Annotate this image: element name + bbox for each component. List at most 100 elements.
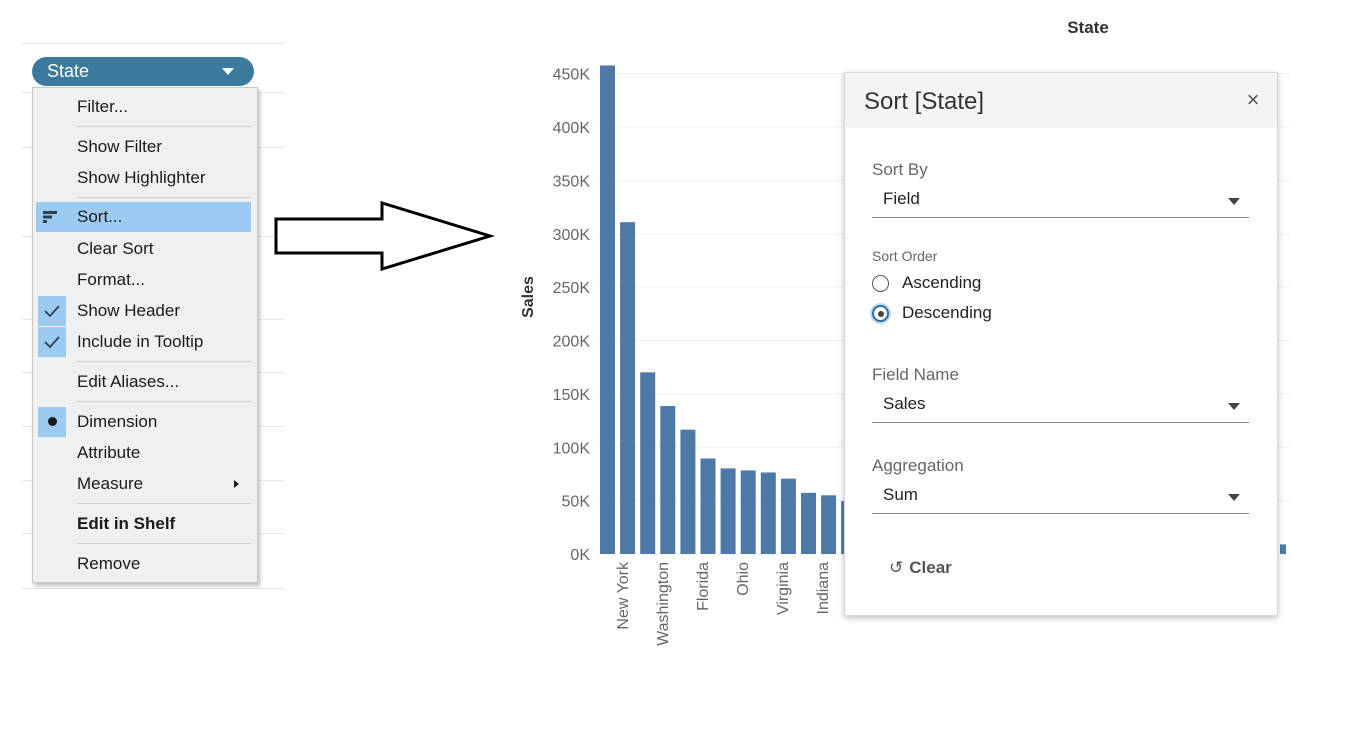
sort-dialog: Sort [State] × Sort By Field Sort Order … — [844, 72, 1278, 616]
menu-item-label: Edit Aliases... — [77, 372, 180, 391]
bar — [660, 406, 676, 554]
bullet-icon — [38, 407, 66, 437]
menu-item-label: Measure — [77, 474, 144, 493]
y-tick-label: 300K — [553, 227, 591, 244]
bar — [680, 429, 696, 554]
close-icon[interactable]: × — [1241, 87, 1265, 113]
y-tick-label: 250K — [553, 280, 591, 297]
y-tick-label: 350K — [553, 173, 591, 190]
menu-item-label: Show Highlighter — [77, 168, 206, 187]
sort-order-label: Sort Order — [872, 248, 938, 264]
menu-item-label: Show Header — [77, 301, 181, 320]
bar — [640, 372, 656, 554]
reset-icon: ↺ — [889, 558, 904, 577]
menu-separator — [77, 126, 251, 127]
menu-item-show-highlighter[interactable]: Show Highlighter — [36, 163, 251, 193]
radio-button-unchecked[interactable] — [872, 275, 889, 292]
state-field-pill[interactable]: State — [32, 57, 254, 86]
shelf-border — [22, 43, 284, 44]
menu-item-label: Clear Sort — [77, 239, 154, 258]
x-tick-label: Virginia — [775, 562, 792, 615]
menu-item-clear-sort[interactable]: Clear Sort — [36, 234, 251, 264]
menu-item-remove[interactable]: Remove — [36, 549, 251, 579]
bar — [620, 222, 636, 554]
right-arrow-icon — [274, 200, 496, 272]
bar — [740, 470, 756, 554]
descending-label: Descending — [902, 303, 992, 322]
pill-label: State — [47, 61, 90, 81]
menu-item-show-filter[interactable]: Show Filter — [36, 132, 251, 162]
aggregation-label: Aggregation — [872, 456, 964, 475]
y-tick-label: 200K — [553, 334, 591, 351]
bar — [780, 478, 796, 554]
menu-separator — [77, 401, 251, 402]
dialog-title: Sort [State] — [864, 88, 985, 115]
clear-label: Clear — [909, 558, 952, 577]
y-tick-label: 100K — [553, 440, 591, 457]
menu-item-format[interactable]: Format... — [36, 265, 251, 295]
bar — [1280, 544, 1286, 554]
menu-item-edit-in-shelf[interactable]: Edit in Shelf — [36, 509, 251, 539]
checkmark-icon — [38, 296, 66, 326]
menu-item-label: Show Filter — [77, 137, 163, 156]
chart-column-header: State — [1067, 18, 1109, 37]
menu-item-label: Format... — [77, 270, 146, 289]
bar — [700, 458, 716, 554]
chevron-down-icon[interactable] — [222, 68, 234, 75]
x-tick-label: Florida — [695, 562, 712, 611]
checkmark-icon — [38, 327, 66, 357]
menu-separator — [77, 197, 251, 198]
chevron-down-icon — [1228, 403, 1240, 410]
field-name-value: Sales — [883, 394, 926, 413]
x-tick-label: New York — [615, 561, 632, 630]
bar — [600, 65, 615, 554]
menu-item-label: Remove — [77, 554, 141, 573]
y-tick-label: 0K — [570, 547, 590, 564]
chevron-down-icon — [1228, 198, 1240, 205]
ascending-label: Ascending — [902, 273, 982, 292]
sort-by-label: Sort By — [872, 160, 928, 179]
dialog-header: Sort [State] × — [845, 73, 1277, 128]
menu-item-attribute[interactable]: Attribute — [36, 438, 251, 468]
clear-button[interactable]: ↺ Clear — [889, 558, 952, 578]
aggregation-dropdown[interactable]: Sum — [872, 480, 1249, 514]
aggregation-value: Sum — [883, 485, 918, 504]
bar — [821, 495, 837, 554]
x-tick-label: Indiana — [815, 562, 832, 615]
menu-item-filter[interactable]: Filter... — [36, 92, 251, 122]
menu-separator — [77, 361, 251, 362]
menu-item-include-in-tooltip[interactable]: Include in Tooltip — [36, 327, 251, 357]
menu-item-label: Include in Tooltip — [77, 332, 204, 351]
bar — [720, 468, 736, 554]
menu-item-sort[interactable]: Sort... — [36, 202, 251, 232]
field-context-menu: Filter... Show Filter Show Highlighter S… — [32, 87, 258, 583]
menu-item-label: Attribute — [77, 443, 141, 462]
y-tick-label: 150K — [553, 387, 591, 404]
radio-button-checked[interactable] — [872, 305, 889, 322]
sort-icon — [36, 202, 64, 232]
menu-item-edit-aliases[interactable]: Edit Aliases... — [36, 367, 251, 397]
menu-item-label: Edit in Shelf — [77, 514, 176, 533]
y-axis-ticks: 0K 50K 100K 150K 200K 250K 300K 350K 400K 450K — [553, 67, 591, 564]
shelf-border — [22, 588, 284, 589]
x-tick-label: Ohio — [735, 562, 752, 596]
y-tick-label: 400K — [553, 120, 591, 137]
menu-item-show-header[interactable]: Show Header — [36, 296, 251, 326]
menu-item-label: Sort... — [77, 207, 123, 226]
menu-item-label: Dimension — [77, 412, 158, 431]
sort-by-dropdown[interactable]: Field — [872, 184, 1249, 218]
menu-separator — [77, 543, 251, 544]
menu-item-dimension[interactable]: Dimension — [36, 407, 251, 437]
chevron-down-icon — [1228, 494, 1240, 501]
bar — [760, 472, 776, 554]
field-name-label: Field Name — [872, 365, 959, 384]
menu-item-label: Filter... — [77, 97, 129, 116]
bar — [801, 492, 816, 554]
menu-item-measure[interactable]: Measure — [36, 469, 251, 499]
x-tick-label: Washington — [655, 562, 672, 646]
y-tick-label: 50K — [562, 494, 591, 511]
field-name-dropdown[interactable]: Sales — [872, 389, 1249, 423]
y-tick-label: 450K — [553, 67, 591, 84]
sort-by-value: Field — [883, 189, 920, 208]
menu-separator — [77, 503, 251, 504]
